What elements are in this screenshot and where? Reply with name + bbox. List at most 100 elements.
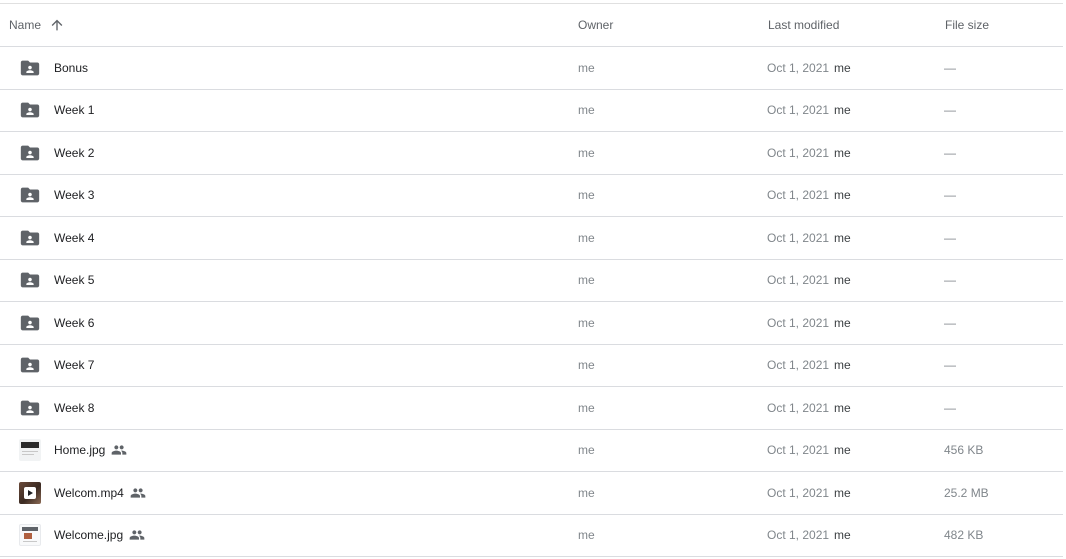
file-name: Week 2 [54, 145, 95, 160]
shared-folder-icon [18, 226, 42, 250]
modified-by: me [834, 528, 851, 543]
file-row-4[interactable]: Week 4 me Oct 1, 2021 me — [0, 217, 1063, 260]
shared-folder-icon [18, 56, 42, 80]
file-last-modified: Oct 1, 2021 me [767, 528, 944, 542]
modified-date: Oct 1, 2021 [767, 60, 830, 75]
file-row-1[interactable]: Week 1 me Oct 1, 2021 me — [0, 90, 1063, 132]
image-thumbnail-icon [18, 523, 42, 547]
file-name-cell: Welcome.jpg [0, 523, 578, 547]
file-name: Week 6 [54, 315, 95, 330]
modified-date: Oct 1, 2021 [767, 400, 830, 415]
modified-by: me [834, 315, 851, 330]
video-thumbnail-icon [18, 481, 42, 505]
column-header-owner-label[interactable]: Owner [578, 18, 613, 32]
file-rows: Bonus me Oct 1, 2021 me — Week 1 me Oct … [0, 47, 1063, 557]
file-name-cell: Week 4 [0, 226, 578, 250]
column-header-file-size[interactable]: File size [945, 18, 1063, 32]
file-name: Home.jpg [54, 443, 106, 458]
file-name: Bonus [54, 60, 89, 75]
file-row-10[interactable]: Welcom.mp4 me Oct 1, 2021 me 25.2 MB [0, 472, 1063, 515]
file-row-9[interactable]: Home.jpg me Oct 1, 2021 me 456 KB [0, 430, 1063, 472]
column-header-owner[interactable]: Owner [578, 18, 767, 32]
file-size: — [944, 400, 956, 415]
file-last-modified: Oct 1, 2021 me [767, 273, 944, 287]
column-header-last-modified-label[interactable]: Last modified [768, 18, 839, 32]
file-last-modified: Oct 1, 2021 me [767, 61, 944, 75]
file-name-cell: Week 5 [0, 268, 578, 292]
file-size: — [944, 145, 956, 160]
file-name: Week 7 [54, 358, 95, 373]
file-size: — [944, 315, 956, 330]
modified-by: me [834, 145, 851, 160]
file-row-8[interactable]: Week 8 me Oct 1, 2021 me — [0, 387, 1063, 430]
file-name: Week 3 [54, 188, 95, 203]
modified-date: Oct 1, 2021 [767, 145, 830, 160]
modified-date: Oct 1, 2021 [767, 188, 830, 203]
modified-by: me [834, 400, 851, 415]
shared-folder-icon [18, 141, 42, 165]
file-owner: me [578, 528, 595, 543]
shared-folder-icon [18, 98, 42, 122]
modified-date: Oct 1, 2021 [767, 273, 830, 288]
file-owner: me [578, 315, 595, 330]
file-owner: me [578, 358, 595, 373]
column-header-name[interactable]: Name [0, 13, 578, 37]
file-name-cell: Week 6 [0, 311, 578, 335]
file-last-modified: Oct 1, 2021 me [767, 443, 944, 457]
modified-date: Oct 1, 2021 [767, 230, 830, 245]
file-size: — [944, 273, 956, 288]
file-owner: me [578, 145, 595, 160]
file-name: Week 8 [54, 400, 95, 415]
file-last-modified: Oct 1, 2021 me [767, 401, 944, 415]
file-row-2[interactable]: Week 2 me Oct 1, 2021 me — [0, 132, 1063, 175]
shared-folder-icon [18, 183, 42, 207]
shared-folder-icon [18, 353, 42, 377]
file-last-modified: Oct 1, 2021 me [767, 188, 944, 202]
file-name-cell: Week 2 [0, 141, 578, 165]
image-thumbnail-icon [18, 438, 42, 462]
file-name: Welcom.mp4 [54, 485, 124, 500]
file-last-modified: Oct 1, 2021 me [767, 103, 944, 117]
modified-date: Oct 1, 2021 [767, 443, 830, 458]
arrow-up-icon[interactable] [45, 13, 69, 37]
column-header-file-size-label[interactable]: File size [945, 18, 989, 32]
file-last-modified: Oct 1, 2021 me [767, 486, 944, 500]
file-size: 25.2 MB [944, 485, 989, 500]
file-row-3[interactable]: Week 3 me Oct 1, 2021 me — [0, 175, 1063, 217]
modified-by: me [834, 273, 851, 288]
file-row-11[interactable]: Welcome.jpg me Oct 1, 2021 me 482 KB [0, 515, 1063, 557]
modified-date: Oct 1, 2021 [767, 103, 830, 118]
file-owner: me [578, 188, 595, 203]
file-row-5[interactable]: Week 5 me Oct 1, 2021 me — [0, 260, 1063, 302]
file-name: Week 5 [54, 273, 95, 288]
file-row-7[interactable]: Week 7 me Oct 1, 2021 me — [0, 345, 1063, 387]
shared-folder-icon [18, 396, 42, 420]
modified-by: me [834, 485, 851, 500]
file-name-cell: Welcom.mp4 [0, 481, 578, 505]
file-size: — [944, 230, 956, 245]
file-name-cell: Week 1 [0, 98, 578, 122]
file-list-header: Name Owner Last modified File size [0, 4, 1063, 47]
shared-people-icon [130, 485, 146, 501]
file-name-cell: Week 7 [0, 353, 578, 377]
modified-date: Oct 1, 2021 [767, 485, 830, 500]
file-owner: me [578, 485, 595, 500]
file-owner: me [578, 443, 595, 458]
file-owner: me [578, 230, 595, 245]
file-last-modified: Oct 1, 2021 me [767, 358, 944, 372]
modified-by: me [834, 443, 851, 458]
shared-folder-icon [18, 268, 42, 292]
file-size: — [944, 103, 956, 118]
shared-people-icon [129, 527, 145, 543]
modified-by: me [834, 358, 851, 373]
modified-by: me [834, 60, 851, 75]
file-name-cell: Week 8 [0, 396, 578, 420]
file-row-0[interactable]: Bonus me Oct 1, 2021 me — [0, 47, 1063, 90]
column-header-name-label[interactable]: Name [9, 18, 41, 32]
shared-folder-icon [18, 311, 42, 335]
file-size: 456 KB [944, 443, 984, 458]
file-last-modified: Oct 1, 2021 me [767, 146, 944, 160]
column-header-last-modified[interactable]: Last modified [767, 18, 945, 32]
file-name: Week 1 [54, 103, 95, 118]
file-row-6[interactable]: Week 6 me Oct 1, 2021 me — [0, 302, 1063, 345]
